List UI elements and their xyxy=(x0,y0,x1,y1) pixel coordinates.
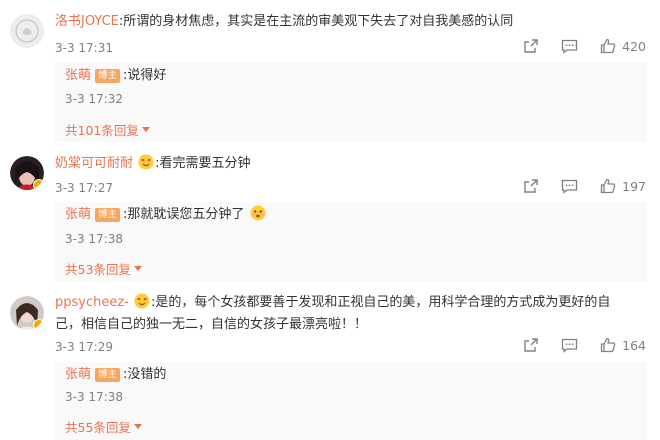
reply-text: 张萌 博主:说得好 xyxy=(65,66,166,86)
comment-timestamp: 3-3 17:31 xyxy=(55,41,113,55)
forward-icon xyxy=(524,338,538,352)
thumbs-up-icon xyxy=(600,38,616,54)
reply-box: 张萌 博主:没错的 3-3 17:38 共55条回复 xyxy=(55,362,647,440)
reply-timestamp: 3-3 17:32 xyxy=(65,92,123,106)
chevron-down-icon xyxy=(133,266,142,271)
comment-username[interactable]: 洛书JOYCE xyxy=(55,14,119,29)
reply-body: :没错的 xyxy=(123,367,167,382)
more-replies-label: 共55条回复 xyxy=(65,420,131,435)
more-replies-label: 共53条回复 xyxy=(65,262,131,277)
comment-icon xyxy=(561,338,578,353)
reply-body: :说得好 xyxy=(123,68,167,83)
comment-body: :看完需要五分钟 xyxy=(155,156,251,171)
comment-username[interactable]: 奶棠可可耐耐 xyxy=(55,156,133,171)
chevron-down-icon xyxy=(133,424,142,429)
reply-text: 张萌 博主:那就耽误您五分钟了 xyxy=(65,205,267,225)
like-count: 420 xyxy=(622,38,646,54)
comment-timestamp: 3-3 17:27 xyxy=(55,181,113,195)
avatar[interactable] xyxy=(10,156,44,190)
more-replies-label: 共101条回复 xyxy=(65,123,139,138)
comment-icon xyxy=(561,39,578,54)
reply-box: 张萌 博主:说得好 3-3 17:32 共101条回复 xyxy=(55,62,647,142)
forward-button[interactable] xyxy=(523,38,539,54)
forward-button[interactable] xyxy=(523,337,539,353)
reply-text: 张萌 博主:没错的 xyxy=(65,365,166,385)
reply-username[interactable]: 张萌 xyxy=(65,68,91,83)
emoji-icon xyxy=(134,293,150,309)
comment-text: ppsycheez- :是的，每个女孩都要善于发现和正视自己的美，用科学合理的方… xyxy=(55,292,636,336)
more-replies-link[interactable]: 共53条回复 xyxy=(65,259,142,278)
comment-body: :所谓的身材焦虑，其实是在主流的审美观下失去了对自我美感的认同 xyxy=(118,14,514,29)
reply-body: :那就耽误您五分钟了 xyxy=(123,207,245,222)
like-count: 164 xyxy=(622,337,646,353)
comment-text: 奶棠可可耐耐 :看完需要五分钟 xyxy=(55,153,648,175)
verified-badge-icon xyxy=(33,179,44,190)
author-tag: 博主 xyxy=(95,69,121,83)
thumbs-up-icon xyxy=(600,337,616,353)
like-count: 197 xyxy=(622,178,646,194)
comment-actions: 197 xyxy=(523,178,646,194)
chevron-down-icon xyxy=(141,127,150,132)
comment-actions: 420 xyxy=(523,38,646,54)
emoji-icon xyxy=(250,205,266,221)
verified-badge-icon xyxy=(33,319,44,330)
forward-icon xyxy=(524,179,538,193)
emoji-icon xyxy=(138,154,154,170)
comment-icon xyxy=(561,179,578,194)
more-replies-link[interactable]: 共101条回复 xyxy=(65,120,150,139)
comment-text: 洛书JOYCE:所谓的身材焦虑，其实是在主流的审美观下失去了对自我美感的认同 xyxy=(55,11,648,33)
forward-icon xyxy=(524,39,538,53)
avatar[interactable] xyxy=(10,14,44,48)
like-button[interactable]: 197 xyxy=(600,178,646,194)
author-tag: 博主 xyxy=(95,208,121,222)
reply-timestamp: 3-3 17:38 xyxy=(65,232,123,246)
like-button[interactable]: 420 xyxy=(600,38,646,54)
author-tag: 博主 xyxy=(95,368,121,382)
comment-button[interactable] xyxy=(561,338,578,353)
avatar[interactable] xyxy=(10,296,44,330)
comment-username[interactable]: ppsycheez- xyxy=(55,295,129,310)
reply-username[interactable]: 张萌 xyxy=(65,207,91,222)
comment-actions: 164 xyxy=(523,337,646,353)
reply-timestamp: 3-3 17:38 xyxy=(65,390,123,404)
like-button[interactable]: 164 xyxy=(600,337,646,353)
forward-button[interactable] xyxy=(523,178,539,194)
reply-box: 张萌 博主:那就耽误您五分钟了 3-3 17:38 共53条回复 xyxy=(55,202,647,282)
reply-username[interactable]: 张萌 xyxy=(65,367,91,382)
comment-timestamp: 3-3 17:29 xyxy=(55,340,113,354)
more-replies-link[interactable]: 共55条回复 xyxy=(65,417,142,436)
thumbs-up-icon xyxy=(600,178,616,194)
comment-button[interactable] xyxy=(561,39,578,54)
comment-button[interactable] xyxy=(561,179,578,194)
